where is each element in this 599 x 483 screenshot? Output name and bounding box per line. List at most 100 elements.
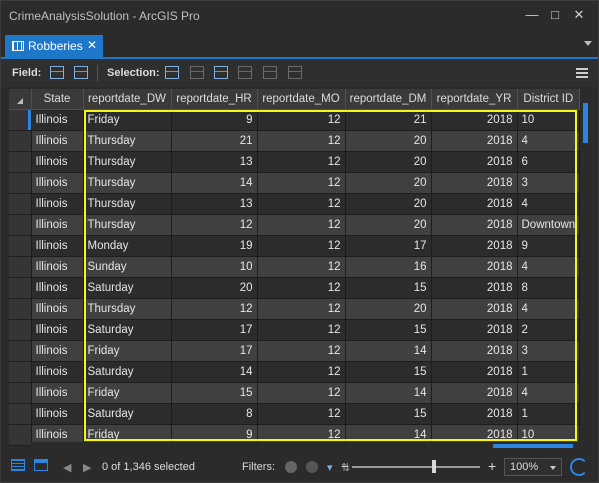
table-cell[interactable]: 20: [345, 172, 432, 194]
select-by-attributes-icon[interactable]: [165, 66, 179, 79]
table-cell[interactable]: 12: [257, 277, 346, 299]
zoom-level-dropdown[interactable]: 100%: [504, 458, 562, 476]
table-cell[interactable]: 10: [171, 256, 258, 278]
table-cell[interactable]: Saturday: [83, 403, 172, 425]
table-cell[interactable]: 13: [171, 193, 258, 215]
close-window-button[interactable]: ✕: [568, 5, 590, 25]
copy-selection-icon[interactable]: [288, 66, 302, 79]
show-selected-records-icon[interactable]: [34, 459, 48, 471]
table-cell[interactable]: 20: [345, 130, 432, 152]
table-row[interactable]: Illinois Saturday 14 12 15 2018 1: [9, 361, 581, 383]
table-menu-icon[interactable]: [576, 68, 588, 78]
table-row[interactable]: Illinois Friday 15 12 14 2018 4: [9, 382, 581, 404]
table-cell[interactable]: 12: [257, 214, 346, 236]
table-cell[interactable]: Illinois: [31, 151, 84, 173]
row-header[interactable]: [9, 172, 32, 194]
row-header[interactable]: [9, 193, 32, 215]
table-cell[interactable]: Illinois: [31, 361, 84, 383]
minimize-button[interactable]: —: [521, 5, 543, 25]
row-header[interactable]: [9, 424, 32, 446]
table-cell[interactable]: Illinois: [31, 298, 84, 320]
zoom-in-button[interactable]: +: [488, 458, 496, 474]
table-cell[interactable]: 12: [257, 109, 346, 131]
table-cell[interactable]: 2018: [431, 193, 518, 215]
table-cell[interactable]: 12: [257, 256, 346, 278]
table-cell[interactable]: Illinois: [31, 256, 84, 278]
table-row[interactable]: Illinois Friday 17 12 14 2018 3: [9, 340, 581, 362]
table-cell[interactable]: Friday: [83, 109, 172, 131]
table-row[interactable]: Illinois Thursday 13 12 20 2018 6: [9, 151, 581, 173]
table-cell[interactable]: 20: [345, 298, 432, 320]
column-header[interactable]: reportdate_YR: [431, 89, 518, 110]
table-cell[interactable]: 12: [257, 319, 346, 341]
table-cell[interactable]: 2018: [431, 403, 518, 425]
table-cell[interactable]: Illinois: [31, 340, 84, 362]
table-cell[interactable]: 4: [517, 382, 581, 404]
table-cell[interactable]: 10: [517, 109, 581, 131]
clear-selection-icon[interactable]: [238, 66, 252, 79]
table-row[interactable]: Illinois Saturday 17 12 15 2018 2: [9, 319, 581, 341]
table-cell[interactable]: Saturday: [83, 361, 172, 383]
next-selected-icon[interactable]: ▶: [83, 461, 91, 474]
table-cell[interactable]: 15: [345, 319, 432, 341]
table-cell[interactable]: Saturday: [83, 319, 172, 341]
time-filter-icon[interactable]: [306, 461, 318, 473]
row-header[interactable]: [9, 298, 32, 320]
table-cell[interactable]: Thursday: [83, 298, 172, 320]
horizontal-scrollbar[interactable]: [31, 442, 581, 450]
table-cell[interactable]: 15: [171, 382, 258, 404]
row-header[interactable]: [9, 361, 32, 383]
table-cell[interactable]: 2018: [431, 298, 518, 320]
table-cell[interactable]: 4: [517, 298, 581, 320]
column-header[interactable]: reportdate_HR: [171, 89, 258, 110]
table-cell[interactable]: 4: [517, 256, 581, 278]
table-cell[interactable]: Illinois: [31, 319, 84, 341]
column-header[interactable]: reportdate_DM: [345, 89, 432, 110]
calculate-field-icon[interactable]: [74, 66, 88, 79]
tab-robberies[interactable]: Robberies ✕: [5, 35, 103, 57]
table-cell[interactable]: 15: [345, 403, 432, 425]
table-cell[interactable]: Illinois: [31, 172, 84, 194]
refresh-icon[interactable]: [570, 458, 588, 476]
table-cell[interactable]: 20: [345, 193, 432, 215]
table-cell[interactable]: Friday: [83, 340, 172, 362]
table-cell[interactable]: 14: [171, 172, 258, 194]
table-row[interactable]: Illinois Friday 9 12 21 2018 10: [9, 109, 581, 131]
row-header[interactable]: [9, 130, 32, 152]
table-cell[interactable]: Illinois: [31, 277, 84, 299]
table-row[interactable]: Illinois Thursday 13 12 20 2018 4: [9, 193, 581, 215]
row-header[interactable]: [9, 319, 32, 341]
table-cell[interactable]: 14: [345, 382, 432, 404]
table-cell[interactable]: Thursday: [83, 151, 172, 173]
row-header[interactable]: [9, 235, 32, 257]
table-cell[interactable]: 12: [257, 172, 346, 194]
table-row[interactable]: Illinois Thursday 12 12 20 2018 Downtown: [9, 214, 581, 236]
table-cell[interactable]: Illinois: [31, 193, 84, 215]
table-cell[interactable]: 2018: [431, 277, 518, 299]
table-cell[interactable]: 3: [517, 340, 581, 362]
zoom-out-button[interactable]: −: [341, 458, 349, 474]
table-cell[interactable]: 12: [257, 298, 346, 320]
table-cell[interactable]: Thursday: [83, 193, 172, 215]
table-cell[interactable]: 12: [257, 382, 346, 404]
delete-selection-icon[interactable]: [263, 66, 277, 79]
table-cell[interactable]: 12: [257, 193, 346, 215]
row-header[interactable]: [9, 277, 32, 299]
table-cell[interactable]: 14: [171, 361, 258, 383]
table-cell[interactable]: 12: [171, 214, 258, 236]
row-header[interactable]: [9, 151, 32, 173]
table-cell[interactable]: Thursday: [83, 172, 172, 194]
table-cell[interactable]: 8: [517, 277, 581, 299]
column-header[interactable]: District ID: [517, 89, 581, 110]
table-cell[interactable]: 21: [171, 130, 258, 152]
table-cell[interactable]: 13: [171, 151, 258, 173]
table-cell[interactable]: 15: [345, 277, 432, 299]
table-cell[interactable]: 6: [517, 151, 581, 173]
table-cell[interactable]: 9: [171, 109, 258, 131]
table-cell[interactable]: 12: [257, 340, 346, 362]
table-cell[interactable]: 2018: [431, 319, 518, 341]
table-cell[interactable]: Illinois: [31, 235, 84, 257]
table-cell[interactable]: Friday: [83, 382, 172, 404]
table-cell[interactable]: 12: [257, 403, 346, 425]
table-cell[interactable]: 2018: [431, 151, 518, 173]
